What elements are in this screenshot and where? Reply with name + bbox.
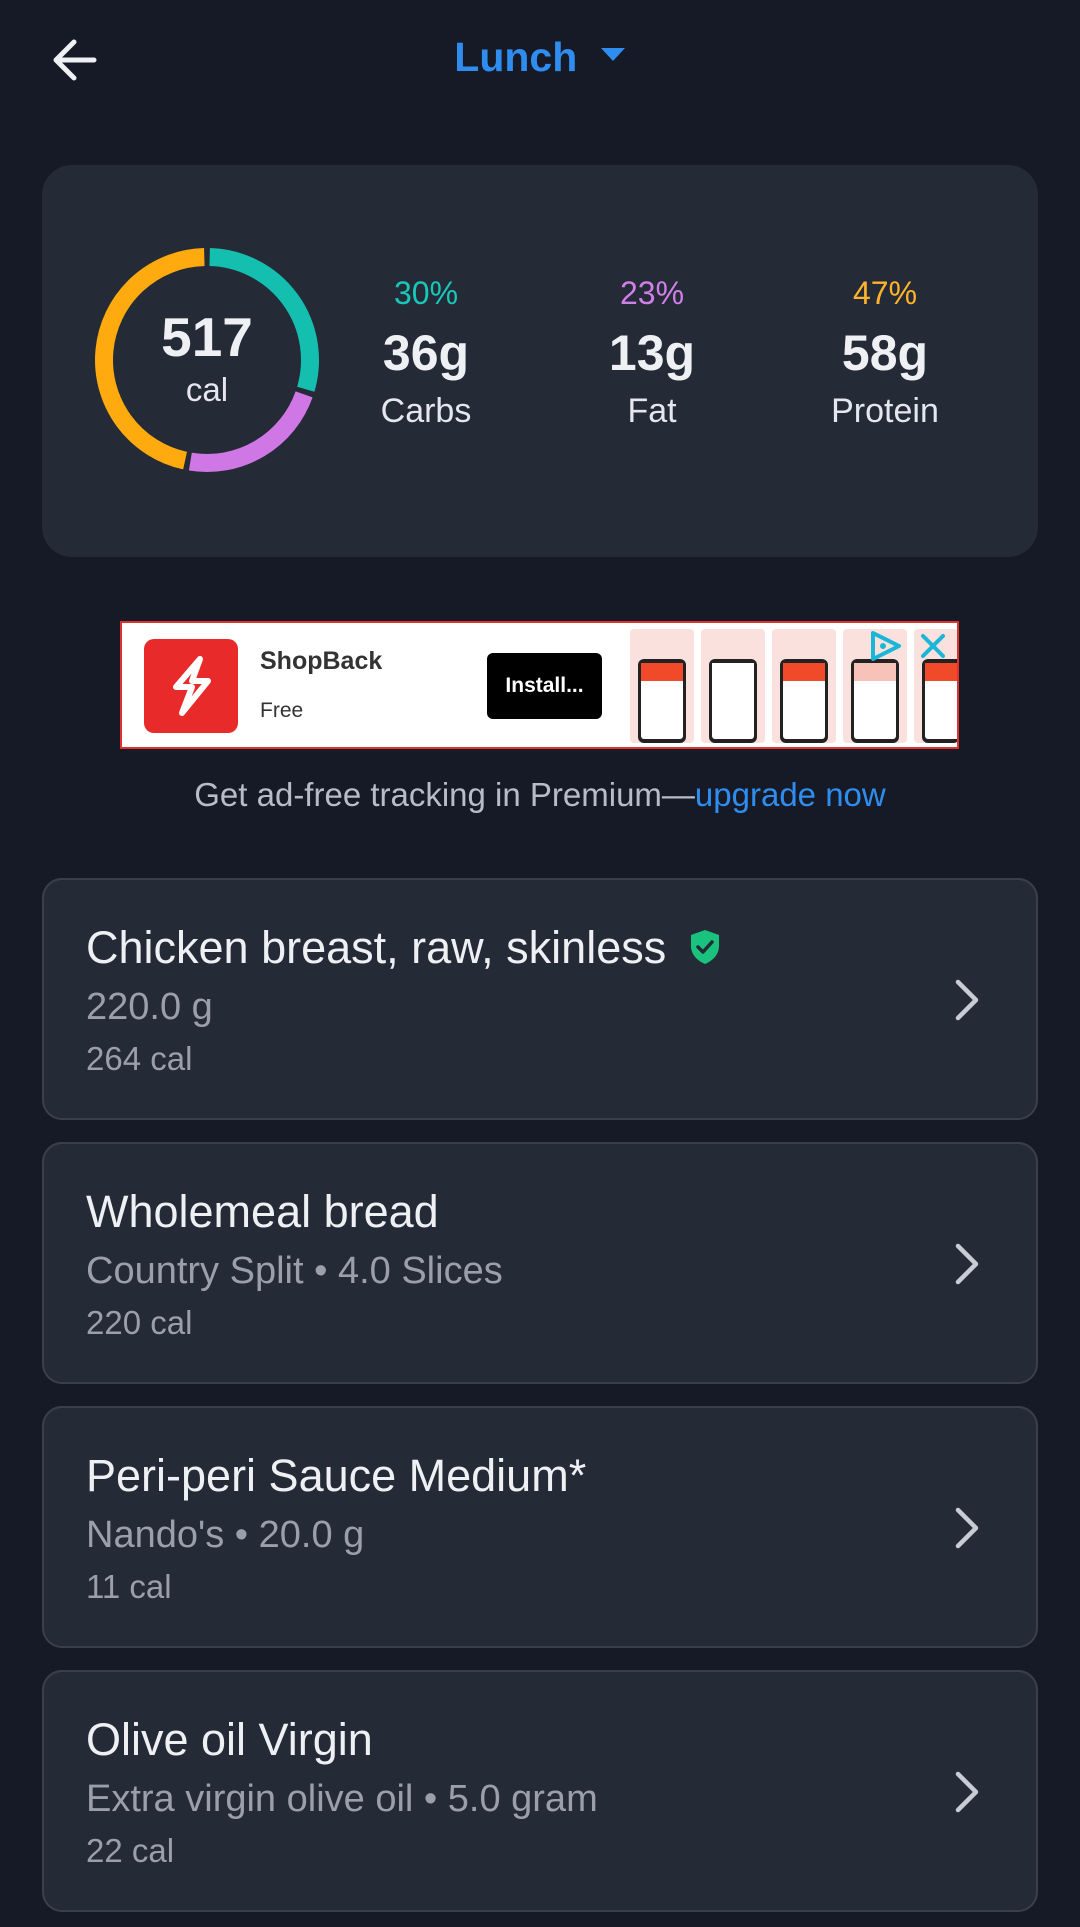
- ad-app-price: Free: [260, 699, 304, 722]
- food-calories: 220 cal: [86, 1304, 193, 1341]
- macro-fat-grams: 13g: [608, 325, 696, 381]
- food-detail: Extra virgin olive oil • 5.0 gram: [86, 1778, 598, 1820]
- chevron-right-icon: [955, 1507, 979, 1549]
- calories-total: 517: [161, 306, 253, 368]
- close-icon[interactable]: [915, 629, 951, 663]
- macro-fat: 23% 13g Fat: [552, 275, 752, 431]
- food-detail: Nando's • 20.0 g: [86, 1514, 365, 1556]
- header-bar: Lunch: [0, 0, 1080, 120]
- food-detail: Country Split • 4.0 Slices: [86, 1250, 503, 1292]
- macro-fat-percent: 23%: [619, 275, 685, 311]
- macro-carbs: 30% 36g Carbs: [326, 275, 526, 431]
- ad-banner[interactable]: ShopBack Free Install...: [120, 621, 959, 749]
- food-name: Olive oil Virgin: [86, 1714, 373, 1765]
- ad-screenshot: [701, 629, 765, 743]
- chevron-right-icon: [955, 1243, 979, 1285]
- ad-choices-icon[interactable]: [867, 629, 905, 663]
- macro-fat-label: Fat: [627, 392, 677, 430]
- food-name-row: Chicken breast, raw, skinless: [86, 922, 721, 974]
- upgrade-link[interactable]: upgrade now: [695, 776, 886, 813]
- food-item[interactable]: Chicken breast, raw, skinless 220.0 g 26…: [42, 878, 1038, 1120]
- macro-protein-grams: 58g: [841, 325, 929, 381]
- ad-screenshot: [772, 629, 836, 743]
- food-item[interactable]: Peri-peri Sauce Medium* Nando's • 20.0 g…: [42, 1406, 1038, 1648]
- food-detail: 220.0 g: [86, 986, 213, 1028]
- premium-text: Get ad-free tracking in Premium—: [194, 776, 695, 813]
- ad-install-button[interactable]: Install...: [487, 653, 602, 719]
- macro-carbs-grams: 36g: [382, 325, 470, 381]
- verified-shield-icon: [690, 930, 719, 965]
- chevron-right-icon: [955, 979, 979, 1021]
- food-name: Chicken breast, raw, skinless: [86, 922, 667, 973]
- page-title: Lunch: [454, 34, 578, 80]
- ad-app-name: ShopBack: [260, 647, 383, 675]
- calories-unit: cal: [185, 371, 229, 408]
- food-name: Peri-peri Sauce Medium*: [86, 1450, 587, 1501]
- food-item[interactable]: Wholemeal bread Country Split • 4.0 Slic…: [42, 1142, 1038, 1384]
- food-name: Wholemeal bread: [86, 1186, 439, 1237]
- shopback-logo-icon: [144, 639, 238, 733]
- macro-protein: 47% 58g Protein: [785, 275, 985, 431]
- food-calories: 264 cal: [86, 1040, 193, 1077]
- food-calories: 22 cal: [86, 1832, 175, 1869]
- macro-carbs-percent: 30%: [393, 275, 459, 311]
- premium-upsell: Get ad-free tracking in Premium—upgrade …: [0, 776, 1080, 814]
- nutrition-summary-card: 517 cal 30% 36g Carbs 23% 13g Fat 47% 58…: [42, 165, 1038, 557]
- meal-selector[interactable]: Lunch: [0, 34, 1080, 81]
- macro-carbs-label: Carbs: [380, 392, 472, 430]
- macro-protein-percent: 47%: [852, 275, 918, 311]
- caret-down-icon: [600, 47, 625, 61]
- food-item[interactable]: Olive oil Virgin Extra virgin olive oil …: [42, 1670, 1038, 1912]
- macro-protein-label: Protein: [831, 392, 939, 430]
- food-calories: 11 cal: [86, 1568, 172, 1605]
- chevron-right-icon: [955, 1771, 979, 1813]
- ad-screenshot: [630, 629, 694, 743]
- ring-center: 517 cal: [92, 245, 322, 475]
